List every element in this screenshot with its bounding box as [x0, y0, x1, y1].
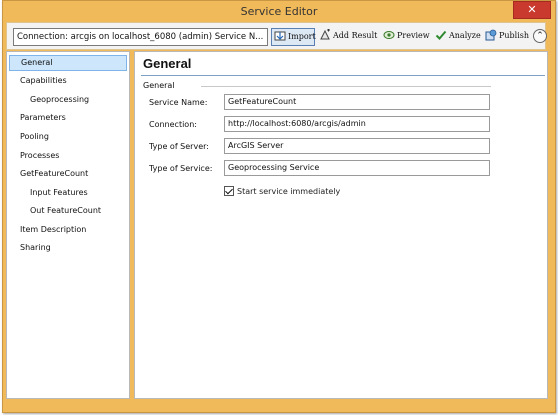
service-name-field[interactable]: GetFeatureCount — [224, 94, 490, 110]
import-icon — [274, 31, 286, 41]
connection-dropdown[interactable]: Connection: arcgis on localhost_6080 (ad… — [13, 28, 268, 46]
publish-icon — [485, 29, 497, 41]
group-divider — [201, 86, 491, 87]
import-label: Import — [288, 32, 316, 41]
service-name-label: Service Name: — [149, 98, 208, 107]
nav-item-pooling[interactable]: Pooling — [9, 129, 127, 145]
publish-label: Publish — [499, 31, 530, 40]
connection-field[interactable]: http://localhost:6080/arcgis/admin — [224, 116, 490, 132]
nav-item-capabilities[interactable]: Capabilities — [9, 73, 127, 89]
server-type-label: Type of Server: — [149, 142, 209, 151]
service-type-field[interactable]: Geoprocessing Service — [224, 160, 490, 176]
nav-item-input-features[interactable]: Input Features — [9, 185, 127, 201]
service-type-label: Type of Service: — [149, 164, 213, 173]
nav-item-getfeaturecount[interactable]: GetFeatureCount — [9, 166, 127, 182]
page-title: General — [143, 56, 192, 71]
window-title: Service Editor — [240, 5, 318, 18]
general-settings-panel: General General Service Name: GetFeature… — [134, 51, 548, 399]
add-result-button[interactable]: Add Result — [319, 28, 381, 46]
preview-label: Preview — [397, 31, 430, 40]
import-button[interactable]: Import — [271, 28, 316, 46]
start-service-option[interactable]: Start service immediately — [224, 186, 340, 198]
close-button[interactable]: ✕ — [513, 1, 551, 19]
nav-item-item-description[interactable]: Item Description — [9, 222, 127, 238]
checkmark-icon — [435, 30, 447, 40]
preview-icon — [383, 31, 395, 39]
chevron-up-icon: ⌃ — [536, 31, 544, 41]
nav-item-out-featurecount[interactable]: Out FeatureCount — [9, 203, 127, 219]
start-service-checkbox[interactable] — [224, 186, 234, 196]
preview-button[interactable]: Preview — [383, 28, 431, 46]
publish-button[interactable]: Publish — [485, 28, 533, 46]
add-result-label: Add Result — [333, 31, 378, 40]
navigation-panel: General Capabilities Geoprocessing Param… — [6, 51, 130, 399]
server-type-field[interactable]: ArcGIS Server — [224, 138, 490, 154]
title-divider — [141, 75, 545, 76]
nav-item-parameters[interactable]: Parameters — [9, 110, 127, 126]
nav-item-geoprocessing[interactable]: Geoprocessing — [9, 92, 127, 108]
start-service-label: Start service immediately — [237, 187, 341, 196]
nav-item-general[interactable]: General — [9, 55, 127, 71]
analyze-label: Analyze — [449, 31, 481, 40]
close-icon: ✕ — [527, 3, 537, 16]
nav-item-processes[interactable]: Processes — [9, 148, 127, 164]
add-result-icon — [320, 29, 330, 40]
analyze-button[interactable]: Analyze — [435, 28, 483, 46]
toolbar: Connection: arcgis on localhost_6080 (ad… — [6, 22, 547, 50]
nav-item-sharing[interactable]: Sharing — [9, 240, 127, 256]
collapse-button[interactable]: ⌃ — [533, 29, 547, 43]
group-label: General — [143, 81, 175, 90]
connection-label: Connection: — [149, 120, 197, 129]
